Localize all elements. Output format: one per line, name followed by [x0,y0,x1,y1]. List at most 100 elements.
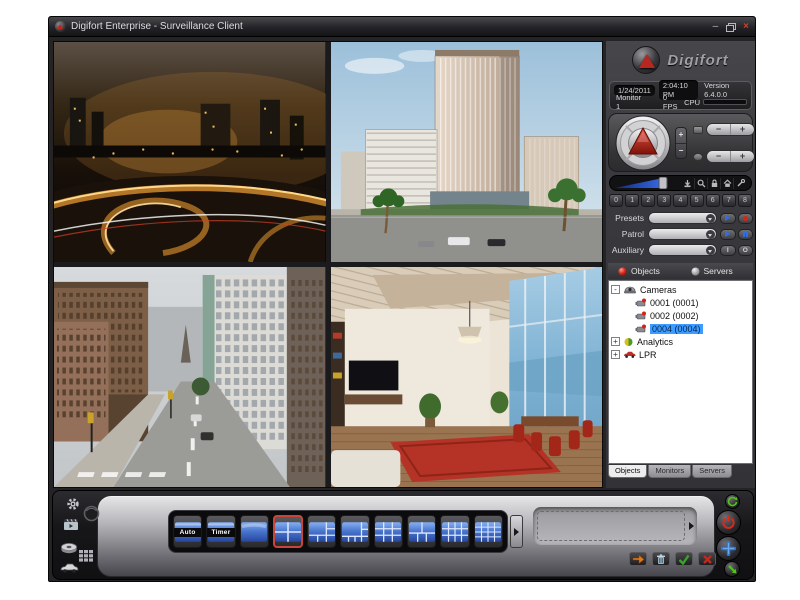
aux-off-button[interactable]: O [738,245,754,256]
tree-item-camera-2[interactable]: 0002 (0002) [611,309,752,322]
camera-view-1-night-city[interactable] [54,42,326,262]
home-icon[interactable] [720,178,733,189]
layout-dense-grid-button[interactable] [474,515,503,548]
media-player-icon[interactable] [63,518,79,536]
tilt-up-button[interactable]: + [676,128,686,144]
layout-2plus3-button[interactable] [407,515,436,548]
iris-open-button[interactable]: + [731,151,754,162]
matrix-grid-icon[interactable] [79,549,93,567]
iris-close-button[interactable]: − [707,151,731,162]
tree-group-lpr[interactable]: + LPR [611,348,752,361]
aux-on-button[interactable]: I [720,245,736,256]
bottom-tab-servers[interactable]: Servers [692,465,732,478]
camera-icon [634,324,647,334]
quick-button-8[interactable]: 8 [738,194,752,207]
tree-group-cameras[interactable]: - Cameras [611,283,752,296]
collapse-icon[interactable]: - [611,285,620,294]
cancel-button[interactable] [698,552,716,566]
layout-2x2-button[interactable] [273,515,303,548]
apply-button[interactable] [675,552,693,566]
settings-wrench-icon[interactable] [733,178,746,189]
refresh-icon [727,496,738,507]
quick-button-5[interactable]: 5 [690,194,704,207]
joystick-mode-icon[interactable] [681,178,694,189]
titlebar[interactable]: Digifort Enterprise - Surveillance Clien… [49,17,755,37]
layout-1plus7-button[interactable] [340,515,369,548]
layout-4x3-button[interactable] [440,515,469,548]
quick-button-1[interactable]: 1 [625,194,639,207]
quick-button-7[interactable]: 7 [722,194,736,207]
minimize-button[interactable]: – [713,22,719,32]
events-disc-icon[interactable] [60,542,78,560]
quick-button-0[interactable]: 0 [609,194,623,207]
export-button[interactable] [724,561,740,577]
trash-icon [656,554,666,565]
monitor-select-knob[interactable] [83,505,100,527]
refresh-button[interactable] [725,494,740,509]
load-sequence-button[interactable] [629,552,647,566]
tab-servers[interactable]: Servers [681,266,754,276]
auxiliary-dropdown[interactable] [648,244,717,256]
zoom-in-button[interactable]: + [731,124,754,135]
quick-button-6[interactable]: 6 [706,194,720,207]
quick-button-2[interactable]: 2 [641,194,655,207]
right-panel: Digifort 1/24/2011 2:04:10 PM Version 6.… [606,41,755,488]
patrol-label: Patrol [608,229,648,239]
delete-sequence-button[interactable] [652,552,670,566]
status-fps: 0 FPS [661,92,684,112]
expand-icon[interactable]: + [611,337,620,346]
app-window: Digifort Enterprise - Surveillance Clien… [48,16,756,582]
layout-buttons-strip: Auto Timer [168,510,508,553]
preset-record-button[interactable] [738,213,754,224]
layout-auto-button[interactable]: Auto [173,515,202,548]
arrow-right-icon[interactable] [689,522,694,530]
tree-item-camera-1[interactable]: 0001 (0001) [611,296,752,309]
patrol-start-button[interactable] [720,229,736,240]
patrol-pause-button[interactable] [738,229,754,240]
settings-gear-icon[interactable] [66,497,80,516]
tree-item-camera-3-selected[interactable]: 0004 (0004) [611,322,752,335]
layout-1x1-button[interactable] [240,515,269,548]
bottom-tab-monitors[interactable]: Monitors [648,465,691,478]
camera-view-2-building[interactable] [331,42,603,262]
ptz-joystick[interactable] [615,115,671,171]
layout-scroll-right-button[interactable] [510,515,523,548]
bottom-tab-objects[interactable]: Objects [608,465,647,478]
camera-item-label-selected: 0004 (0004) [650,324,703,334]
orange-arrow-icon [632,554,645,564]
status-box: 1/24/2011 2:04:10 PM Version 6.4.0.0 Mon… [609,81,752,110]
tab-objects[interactable]: Objects [608,266,681,276]
ptz-tool-icons [681,178,746,189]
layout-timer-button[interactable]: Timer [206,515,235,548]
camera-icon [634,298,647,308]
chevron-down-icon [706,230,715,239]
presets-label: Presets [608,213,648,223]
move-pan-button[interactable] [716,536,741,561]
presets-dropdown[interactable] [648,212,717,224]
lock-icon[interactable] [707,178,720,189]
objects-ball-icon [618,267,627,276]
expand-icon[interactable]: + [611,350,620,359]
camera-view-4-living-room[interactable] [331,267,603,487]
search-icon[interactable] [694,178,707,189]
tree-group-analytics[interactable]: + Analytics [611,335,752,348]
analytics-icon [623,337,634,347]
close-button[interactable]: × [743,22,749,32]
sequence-drop-area[interactable] [533,507,697,545]
speed-slider[interactable] [615,177,673,189]
layout-3x3-button[interactable] [374,515,403,548]
digifort-logo-icon [632,46,660,74]
power-icon [721,515,736,530]
preset-go-button[interactable] [720,213,736,224]
tilt-down-button[interactable]: − [676,144,686,159]
layout-1plus5-button[interactable] [307,515,336,548]
camera-view-3-street[interactable] [54,267,326,487]
lpr-car-button-icon[interactable] [60,561,79,579]
quick-button-3[interactable]: 3 [657,194,671,207]
restore-button[interactable] [726,23,735,31]
zoom-out-button[interactable]: − [707,124,731,135]
quick-button-4[interactable]: 4 [673,194,687,207]
patrol-dropdown[interactable] [648,228,717,240]
power-button[interactable] [716,510,741,535]
presets-row: Presets [608,211,753,225]
